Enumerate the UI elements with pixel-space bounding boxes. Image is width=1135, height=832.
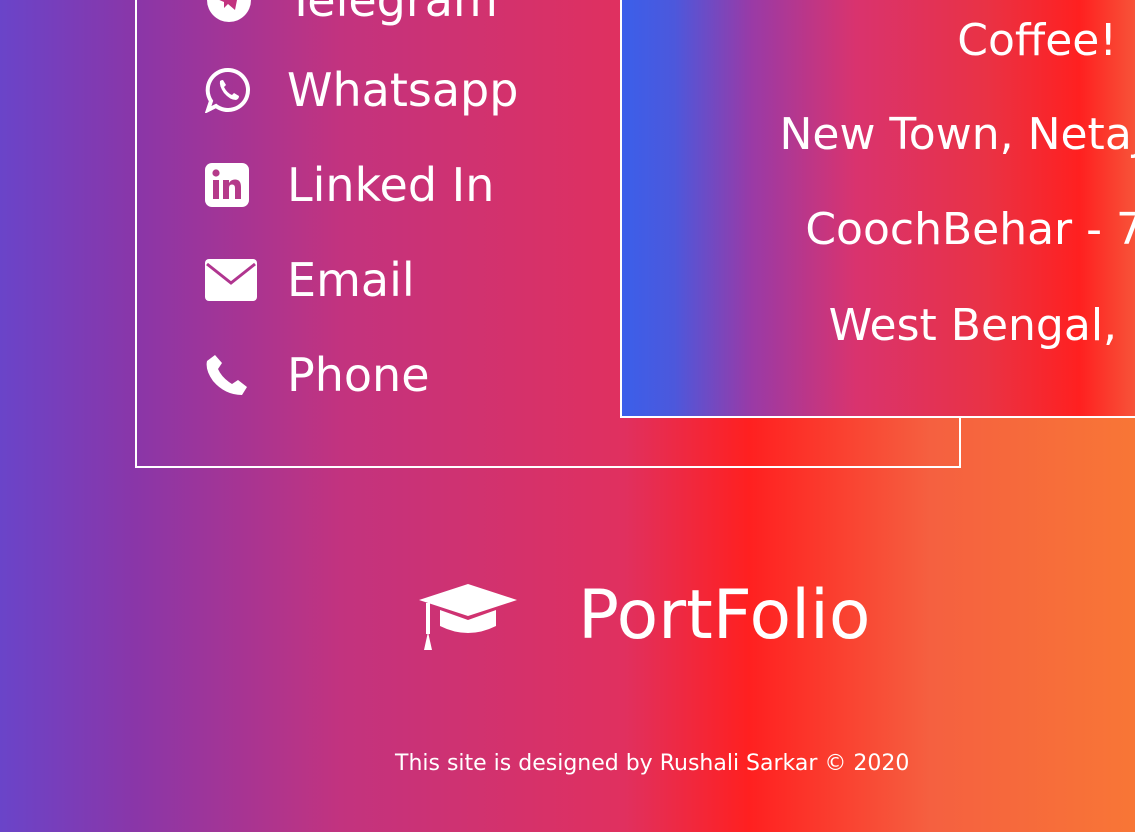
contact-link-phone[interactable]: Phone xyxy=(205,345,430,405)
contact-label-telegram: Telegram xyxy=(287,0,498,27)
contact-link-whatsapp[interactable]: Whatsapp xyxy=(205,60,518,120)
contact-label-email: Email xyxy=(287,253,415,307)
graduation-cap-icon xyxy=(418,578,518,654)
contact-link-email[interactable]: Email xyxy=(205,250,415,310)
linkedin-icon xyxy=(205,159,257,211)
contact-label-linkedin: Linked In xyxy=(287,158,495,212)
address-panel: Coffee! New Town, Netaj CoochBehar - 7 W… xyxy=(620,0,1135,418)
brand-logo[interactable]: PortFolio xyxy=(418,574,871,658)
address-line: New Town, Netaj xyxy=(779,109,1135,160)
phone-icon xyxy=(205,349,257,401)
contact-label-whatsapp: Whatsapp xyxy=(287,63,519,117)
footer-credit: This site is designed by Rushali Sarkar … xyxy=(395,751,910,776)
address-line: CoochBehar - 7 xyxy=(805,204,1135,255)
address-line: Coffee! xyxy=(957,15,1117,66)
brand-title: PortFolio xyxy=(578,576,871,655)
whatsapp-icon xyxy=(205,64,257,116)
contact-link-telegram[interactable]: Telegram xyxy=(205,0,498,30)
telegram-icon xyxy=(205,0,257,26)
envelope-icon xyxy=(205,254,257,306)
contact-link-linkedin[interactable]: Linked In xyxy=(205,155,494,215)
contact-label-phone: Phone xyxy=(287,348,430,402)
address-line: West Bengal, I xyxy=(828,300,1135,351)
